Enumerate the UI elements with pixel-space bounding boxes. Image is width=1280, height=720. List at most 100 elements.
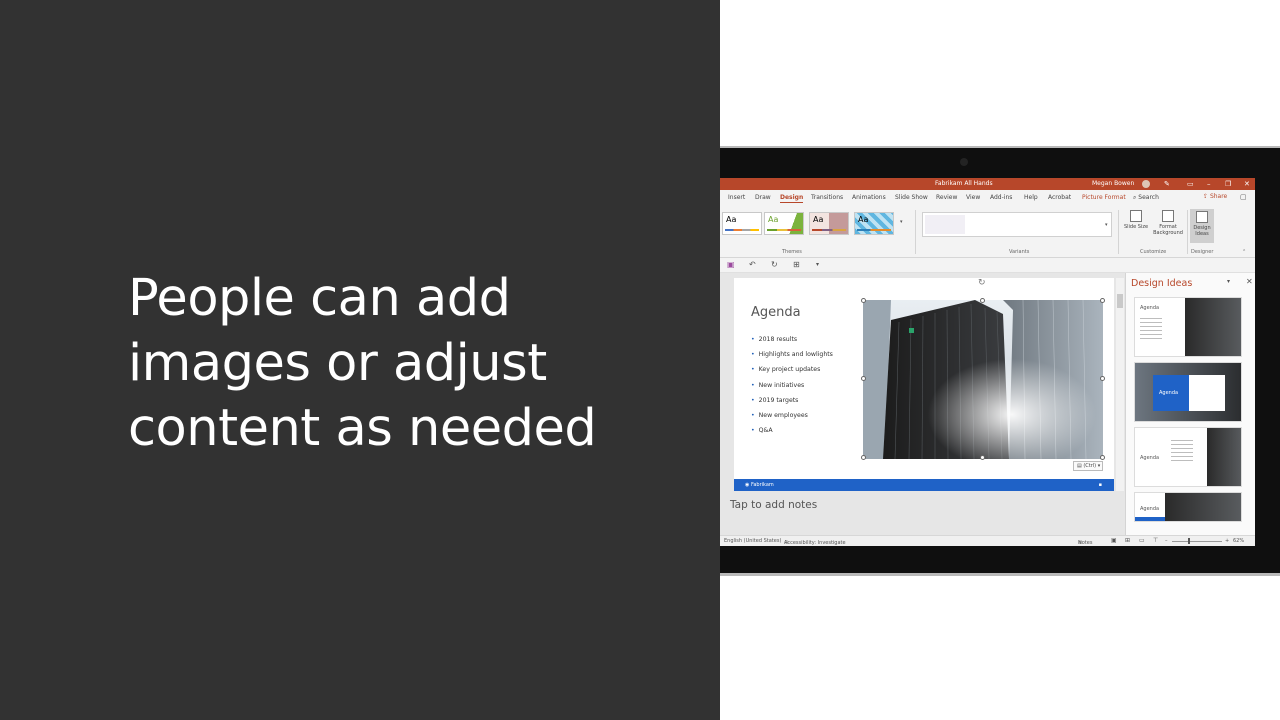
zoom-out-icon[interactable]: – [1165,538,1168,544]
theme-rose[interactable]: Aa [809,212,849,235]
resize-handle[interactable] [980,455,985,460]
undo-icon[interactable]: ↶ [749,260,756,269]
zoom-slider[interactable] [1172,541,1222,542]
pane-title: Design Ideas [1131,278,1193,289]
skyscraper-photo [863,300,1103,459]
variant-tile[interactable] [925,215,965,234]
notes-toggle-label: Notes [1078,540,1093,546]
idea-photo [1185,298,1241,356]
share-button[interactable]: ⇪ Share [1203,193,1227,200]
tab-review[interactable]: Review [936,194,957,201]
tab-transitions[interactable]: Transitions [811,194,843,201]
theme-office[interactable]: Aa [722,212,762,235]
redo-icon[interactable]: ↻ [771,260,778,269]
design-idea-3[interactable]: Agenda [1134,427,1242,487]
close-icon[interactable]: ✕ [1244,180,1250,188]
customize-group-label: Customize [1140,249,1167,255]
divider [1118,210,1119,254]
tab-draw[interactable]: Draw [755,194,771,201]
notes-pane[interactable]: Tap to add notes [730,499,817,511]
resize-handle[interactable] [980,298,985,303]
minimize-icon[interactable]: – [1207,180,1211,188]
slideshow-icon[interactable]: ⊤ [1153,537,1158,544]
design-idea-2[interactable]: Agenda [1134,362,1242,422]
slide-canvas[interactable]: ↻ Agenda 2018 results Highlights and low… [734,278,1114,491]
clipboard-icon: ▤ [1077,463,1082,469]
tab-help[interactable]: Help [1024,194,1038,201]
idea-text-lines [1171,440,1193,464]
reading-view-icon[interactable]: ▭ [1139,537,1145,544]
theme-label: Aa [813,215,824,224]
slide-title[interactable]: Agenda [751,305,801,320]
bullet-item: New employees [751,412,833,427]
pen-icon[interactable]: ✎ [1164,180,1170,188]
share-icon: ⇪ [1203,193,1210,200]
resize-handle[interactable] [861,298,866,303]
collapse-ribbon-icon[interactable]: ⌃ [1242,249,1246,255]
customize-toolbar-icon[interactable]: ▾ [816,261,819,268]
variants-more-icon[interactable]: ▾ [1105,222,1108,228]
comments-icon[interactable]: ▢ [1240,193,1247,201]
normal-view-icon[interactable]: ▣ [1111,537,1117,544]
resize-handle[interactable] [1100,376,1105,381]
restore-icon[interactable]: ❐ [1225,180,1231,188]
theme-pattern[interactable]: Aa [854,212,894,235]
tab-view[interactable]: View [966,194,980,201]
editor-scrollbar[interactable] [1116,278,1124,491]
accessibility-label: Accessibility: Investigate [784,540,846,546]
pane-options-icon[interactable]: ▾ [1227,278,1230,285]
tab-acrobat[interactable]: Acrobat [1048,194,1071,201]
zoom-slider-thumb[interactable] [1188,538,1190,544]
slide-number-marker: ▪ [1098,482,1102,488]
caption-panel: People can add images or adjust content … [0,0,720,720]
slide-sorter-icon[interactable]: ⊞ [1125,537,1130,544]
theme-green[interactable]: Aa [764,212,804,235]
idea-photo [1207,428,1241,486]
variants-gallery[interactable]: ▾ [922,212,1112,237]
format-background-button[interactable]: Format Background [1150,210,1186,236]
tab-picture-format[interactable]: Picture Format [1082,194,1126,201]
tab-insert[interactable]: Insert [728,194,745,201]
avatar[interactable] [1142,180,1150,188]
slide-editor: ↻ Agenda 2018 results Highlights and low… [720,273,1125,535]
theme-swatch [812,229,846,231]
paste-options-button[interactable]: ▤ (Ctrl) ▾ [1073,461,1103,471]
headline-line-2: images or adjust [128,334,547,393]
idea-title: Agenda [1140,305,1160,311]
search-box[interactable]: ⌕ Search [1133,194,1159,202]
theme-label: Aa [726,215,737,224]
resize-handle[interactable] [1100,455,1105,460]
resize-handle[interactable] [861,376,866,381]
user-name[interactable]: Megan Bowen [1092,180,1134,187]
save-icon[interactable]: ▣ [727,260,735,269]
bullet-item: 2018 results [751,336,833,351]
slide-picture[interactable] [863,300,1103,459]
resize-handle[interactable] [861,455,866,460]
resize-handle[interactable] [1100,298,1105,303]
tab-slide-show[interactable]: Slide Show [895,194,928,201]
rotate-handle-icon[interactable]: ↻ [978,278,986,288]
design-idea-1[interactable]: Agenda [1134,297,1242,357]
headline-line-3: content as needed [128,399,597,458]
designer-group-label: Designer [1191,249,1214,255]
zoom-in-icon[interactable]: + [1225,538,1229,544]
ribbon-display-icon[interactable]: ▭ [1187,180,1194,188]
idea-blue-block [1135,517,1165,521]
slide-size-button[interactable]: Slide Size [1123,210,1149,230]
sun-flare [863,300,1103,459]
present-icon[interactable]: ⊞ [793,260,800,269]
themes-more-icon[interactable]: ▾ [900,219,903,225]
design-idea-4[interactable]: Agenda [1134,492,1242,522]
video-frame: People can add images or adjust content … [0,0,1280,720]
tab-design[interactable]: Design [780,194,804,203]
design-ideas-button[interactable]: Design Ideas [1190,209,1214,243]
language-status[interactable]: English (United States) [724,538,781,544]
pane-close-icon[interactable]: ✕ [1246,277,1253,286]
tab-add-ins[interactable]: Add-ins [990,194,1012,201]
bullet-list[interactable]: 2018 results Highlights and lowlights Ke… [751,336,833,442]
paste-option-label: (Ctrl) [1083,463,1097,469]
scrollbar-thumb[interactable] [1117,294,1123,308]
tab-animations[interactable]: Animations [852,194,886,201]
zoom-level[interactable]: 62% [1233,538,1244,544]
format-background-label: Format Background [1153,224,1183,236]
